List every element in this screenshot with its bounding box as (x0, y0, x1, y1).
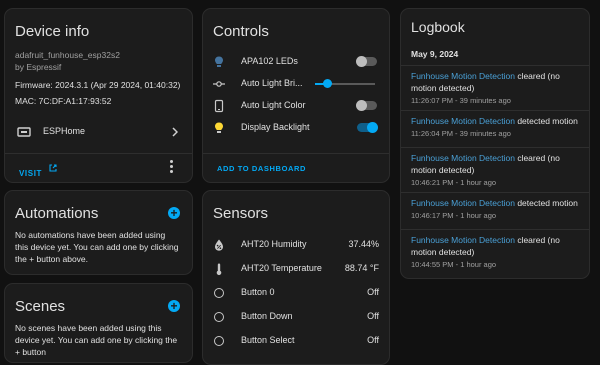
log-entry: Funhouse Motion Detection cleared (no mo… (401, 66, 589, 110)
automations-empty-text: No automations have been added using thi… (15, 230, 179, 264)
sensor-value: Off (367, 287, 379, 297)
visit-label: VISIT (19, 169, 43, 178)
sensor-value: Off (367, 335, 379, 345)
control-label: Display Backlight (241, 122, 310, 132)
log-entry: Funhouse Motion Detection cleared (no mo… (401, 230, 589, 274)
controls-card: Controls APA102 LEDs Auto Light Bri... A… (202, 8, 390, 183)
water-percent-icon (215, 239, 223, 251)
control-row-auto-light-brightness[interactable]: Auto Light Bri... (203, 73, 389, 95)
control-label: Auto Light Color (241, 100, 306, 110)
sensor-label: Button 0 (241, 287, 275, 297)
sensor-row-button-0[interactable]: Button 0 Off (203, 282, 389, 304)
divider (203, 153, 389, 154)
control-row-auto-light-color[interactable]: Auto Light Color (203, 95, 389, 117)
sensors-title: Sensors (213, 205, 269, 222)
control-label: APA102 LEDs (241, 56, 298, 66)
automations-card: Automations + No automations have been a… (4, 190, 193, 275)
lightbulb-icon (215, 56, 223, 67)
tablet-icon (214, 99, 224, 113)
logbook-card: Logbook May 9, 2024 Funhouse Motion Dete… (400, 8, 590, 279)
sensor-row-button-down[interactable]: Button Down Off (203, 306, 389, 328)
sensor-value: 88.74 °F (344, 263, 379, 273)
brightness-slider-icon (213, 81, 225, 87)
sensor-label: Button Select (241, 335, 295, 345)
sensor-row-button-select[interactable]: Button Select Off (203, 330, 389, 352)
scenes-card: Scenes + No scenes have been added using… (4, 283, 193, 363)
log-entry: Funhouse Motion Detection detected motio… (401, 111, 589, 147)
open-external-icon (49, 164, 57, 172)
log-entity-link[interactable]: Funhouse Motion Detection (411, 198, 515, 208)
log-timestamp: 11:26:04 PM - 39 minutes ago (411, 129, 511, 138)
integration-row[interactable]: ESPHome (5, 121, 192, 143)
device-model: adafruit_funhouse_esp32s2 (15, 50, 120, 60)
device-manufacturer: by Espressif (15, 62, 62, 72)
log-timestamp: 10:44:55 PM - 1 hour ago (411, 260, 497, 269)
device-info-card: Device info adafruit_funhouse_esp32s2 by… (4, 8, 193, 183)
display-backlight-toggle[interactable] (357, 122, 378, 133)
sensor-value: Off (367, 311, 379, 321)
auto-light-color-toggle[interactable] (356, 100, 377, 111)
control-row-apa102[interactable]: APA102 LEDs (203, 51, 389, 73)
log-entity-link[interactable]: Funhouse Motion Detection (411, 116, 515, 126)
add-to-dashboard-button[interactable]: ADD TO DASHBOARD (217, 164, 306, 173)
visit-link[interactable]: VISIT (19, 163, 57, 178)
controls-title: Controls (213, 23, 269, 40)
apa102-toggle[interactable] (356, 56, 377, 67)
sensor-label: AHT20 Humidity (241, 239, 307, 249)
scenes-title: Scenes (15, 298, 66, 315)
log-entry: Funhouse Motion Detection cleared (no mo… (401, 148, 589, 192)
log-timestamp: 11:26:07 PM - 39 minutes ago (411, 96, 511, 105)
log-action: detected motion (514, 116, 578, 126)
sensor-label: AHT20 Temperature (241, 263, 322, 273)
circle-icon (214, 312, 224, 322)
scenes-empty-text: No scenes have been added using this dev… (15, 323, 178, 357)
log-entity-link[interactable]: Funhouse Motion Detection (411, 71, 515, 81)
log-entity-link[interactable]: Funhouse Motion Detection (411, 235, 515, 245)
lightbulb-on-icon (215, 122, 223, 133)
log-timestamp: 10:46:17 PM - 1 hour ago (411, 211, 497, 220)
log-entity-link[interactable]: Funhouse Motion Detection (411, 153, 515, 163)
esphome-icon (17, 127, 31, 137)
logbook-title: Logbook (411, 19, 465, 35)
automations-title: Automations (15, 205, 99, 222)
sensor-label: Button Down (241, 311, 293, 321)
divider (5, 153, 192, 154)
circle-icon (214, 336, 224, 346)
control-label: Auto Light Bri... (241, 78, 303, 88)
more-vert-icon[interactable] (170, 160, 174, 174)
device-firmware: Firmware: 2024.3.1 (Apr 29 2024, 01:40:3… (15, 80, 181, 90)
slider-thumb[interactable] (323, 79, 332, 88)
device-mac: MAC: 7C:DF:A1:17:93:52 (15, 96, 112, 106)
integration-label: ESPHome (43, 126, 86, 136)
log-timestamp: 10:46:21 PM - 1 hour ago (411, 178, 497, 187)
sensor-row-temperature[interactable]: AHT20 Temperature 88.74 °F (203, 258, 389, 280)
logbook-date: May 9, 2024 (411, 49, 459, 59)
thermometer-icon (216, 263, 222, 276)
add-automation-icon[interactable]: + (168, 207, 180, 219)
chevron-right-icon (172, 127, 178, 137)
sensor-row-humidity[interactable]: AHT20 Humidity 37.44% (203, 234, 389, 256)
control-row-display-backlight[interactable]: Display Backlight (203, 117, 389, 139)
add-scene-icon[interactable]: + (168, 300, 180, 312)
sensors-card: Sensors AHT20 Humidity 37.44% AHT20 Temp… (202, 190, 390, 365)
device-info-title: Device info (15, 23, 90, 40)
log-action: detected motion (514, 198, 578, 208)
sensor-value: 37.44% (348, 239, 379, 249)
auto-light-brightness-slider[interactable] (315, 79, 375, 88)
circle-icon (214, 288, 224, 298)
log-entry: Funhouse Motion Detection detected motio… (401, 193, 589, 229)
